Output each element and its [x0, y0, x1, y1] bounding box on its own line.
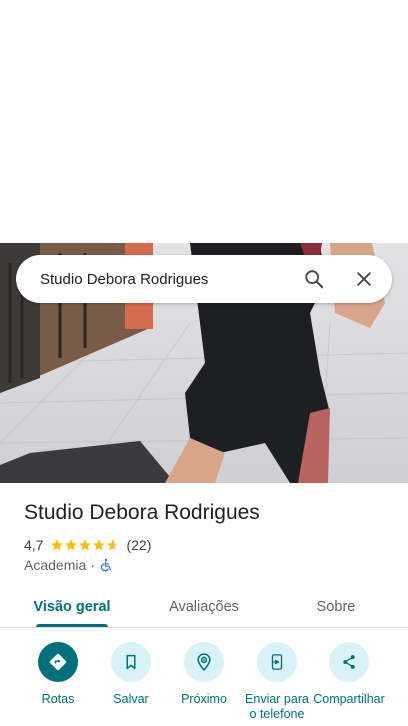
nearby-icon	[197, 653, 211, 672]
share-label: Compartilhar	[313, 692, 385, 706]
send-to-phone-button[interactable]: Enviar para o telefone	[240, 642, 314, 722]
bookmark-icon	[126, 654, 136, 670]
nearby-button[interactable]: Próximo	[167, 642, 241, 707]
separator-dot: ·	[90, 557, 95, 573]
map-area[interactable]	[0, 0, 408, 243]
search-button[interactable]	[294, 259, 334, 299]
tab-about[interactable]: Sobre	[296, 586, 376, 627]
close-icon	[357, 272, 371, 286]
place-title: Studio Debora Rodrigues	[24, 501, 260, 524]
place-tabs: Visão geral Avaliações Sobre	[0, 586, 408, 628]
nearby-label: Próximo	[181, 692, 227, 706]
star-icon	[93, 539, 106, 551]
tab-overview[interactable]: Visão geral	[24, 586, 120, 627]
rating-row[interactable]: 4,7 (22)	[24, 536, 151, 554]
save-button[interactable]: Salvar	[94, 642, 168, 707]
star-icon	[51, 539, 64, 551]
review-count[interactable]: (22)	[126, 537, 151, 553]
save-label: Salvar	[113, 692, 149, 706]
place-category: Academia	[24, 557, 87, 573]
action-buttons-row: Rotas Salvar Próximo Enviar para o telef…	[0, 640, 408, 726]
half-star-icon	[107, 539, 120, 551]
directions-icon	[49, 653, 67, 671]
category-row: Academia ·	[24, 556, 113, 574]
clear-search-button[interactable]	[344, 259, 384, 299]
share-button[interactable]: Compartilhar	[312, 642, 386, 707]
send-to-phone-icon	[271, 654, 283, 670]
rating-value: 4,7	[24, 537, 44, 553]
directions-label: Rotas	[41, 692, 75, 706]
search-query-text[interactable]: Studio Debora Rodrigues	[40, 271, 294, 288]
tab-reviews[interactable]: Avaliações	[152, 586, 256, 627]
search-bar[interactable]: Studio Debora Rodrigues	[16, 255, 392, 303]
rating-stars	[50, 538, 120, 552]
star-icon	[65, 539, 78, 551]
directions-button[interactable]: Rotas	[21, 642, 95, 707]
star-icon	[79, 539, 92, 551]
send-to-phone-label: Enviar para o telefone	[245, 692, 309, 721]
share-icon	[343, 655, 355, 669]
wheelchair-accessible-icon[interactable]	[99, 558, 113, 572]
search-icon	[305, 270, 324, 289]
place-details-page: Studio Debora Rodrigues Studio Debora Ro…	[0, 0, 408, 726]
active-tab-indicator	[36, 624, 108, 627]
